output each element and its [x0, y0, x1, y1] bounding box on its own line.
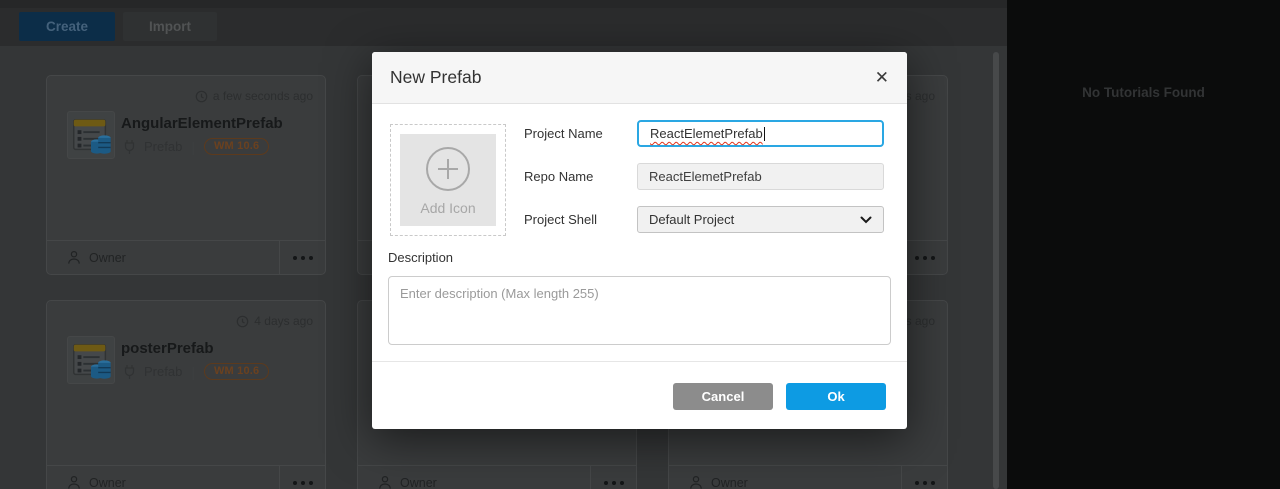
card-meta: Prefab | WM 10.6: [124, 363, 269, 380]
card-footer: Owner: [47, 465, 325, 489]
meta-separator: |: [191, 364, 195, 380]
create-button[interactable]: Create: [19, 12, 115, 41]
ellipsis-icon: [293, 256, 297, 260]
repo-name-label: Repo Name: [524, 163, 634, 190]
prefab-icon: [67, 336, 115, 384]
dialog-footer: Cancel Ok: [372, 361, 907, 429]
project-shell-label: Project Shell: [524, 206, 634, 233]
repo-name-value: ReactElemetPrefab: [649, 169, 762, 184]
prefab-icon: [67, 111, 115, 159]
card-menu-button[interactable]: [590, 466, 636, 489]
card-menu-button[interactable]: [901, 241, 947, 274]
card-menu-button[interactable]: [279, 466, 325, 489]
card-footer: Owner: [669, 465, 947, 489]
card-owner: Owner: [47, 241, 279, 274]
project-shell-select[interactable]: Default Project: [637, 206, 884, 233]
description-label: Description: [388, 250, 453, 265]
project-name-label: Project Name: [524, 120, 634, 147]
person-icon: [689, 475, 703, 489]
version-badge: WM 10.6: [204, 138, 269, 155]
top-toolbar: Create Import: [0, 0, 1007, 46]
app-screen: Create Import a few seconds ago: [0, 0, 1280, 489]
new-prefab-dialog: New Prefab ✕ Add Icon Project Name React…: [372, 52, 907, 429]
card-timestamp: 4 days ago: [236, 314, 313, 328]
ellipsis-icon: [293, 481, 297, 485]
card-timestamp: a few seconds ago: [195, 89, 313, 103]
text-caret: [764, 127, 765, 141]
project-name-value: ReactElemetPrefab: [650, 126, 763, 141]
card-owner: Owner: [669, 466, 901, 489]
tutorials-empty-message: No Tutorials Found: [1007, 0, 1280, 100]
project-name-input[interactable]: ReactElemetPrefab: [637, 120, 884, 147]
prefab-card[interactable]: a few seconds ago AngularElementPrefab P…: [46, 75, 326, 275]
description-textarea[interactable]: [388, 276, 891, 345]
card-footer: Owner: [358, 465, 636, 489]
project-shell-value: Default Project: [649, 212, 734, 227]
clock-icon: [236, 315, 249, 328]
tutorials-panel: No Tutorials Found: [1007, 0, 1280, 489]
person-icon: [67, 250, 81, 265]
plug-icon: [124, 364, 135, 380]
dialog-title: New Prefab: [390, 67, 481, 88]
card-title: posterPrefab: [121, 340, 214, 357]
prefab-card[interactable]: 4 days ago posterPrefab Prefab |: [46, 300, 326, 489]
card-menu-button[interactable]: [279, 241, 325, 274]
clock-icon: [195, 90, 208, 103]
card-meta: Prefab | WM 10.6: [124, 138, 269, 155]
person-icon: [378, 475, 392, 489]
card-title: AngularElementPrefab: [121, 115, 283, 132]
close-icon[interactable]: ✕: [875, 69, 889, 86]
plug-icon: [124, 139, 135, 155]
person-icon: [67, 475, 81, 489]
card-footer: Owner: [47, 240, 325, 274]
card-owner: Owner: [47, 466, 279, 489]
import-button[interactable]: Import: [123, 12, 217, 41]
add-icon-label: Add Icon: [420, 200, 475, 216]
cancel-button[interactable]: Cancel: [673, 383, 773, 410]
plus-circle-icon: [424, 145, 472, 193]
add-icon-dropzone[interactable]: Add Icon: [390, 124, 506, 236]
card-owner: Owner: [358, 466, 590, 489]
vertical-scrollbar[interactable]: [993, 52, 999, 489]
chevron-down-icon: [860, 216, 872, 224]
card-type: Prefab: [144, 139, 182, 154]
meta-separator: |: [191, 139, 195, 155]
card-menu-button[interactable]: [901, 466, 947, 489]
card-type: Prefab: [144, 364, 182, 379]
dialog-header: New Prefab ✕: [372, 52, 907, 104]
ok-button[interactable]: Ok: [786, 383, 886, 410]
repo-name-input: ReactElemetPrefab: [637, 163, 884, 190]
version-badge: WM 10.6: [204, 363, 269, 380]
